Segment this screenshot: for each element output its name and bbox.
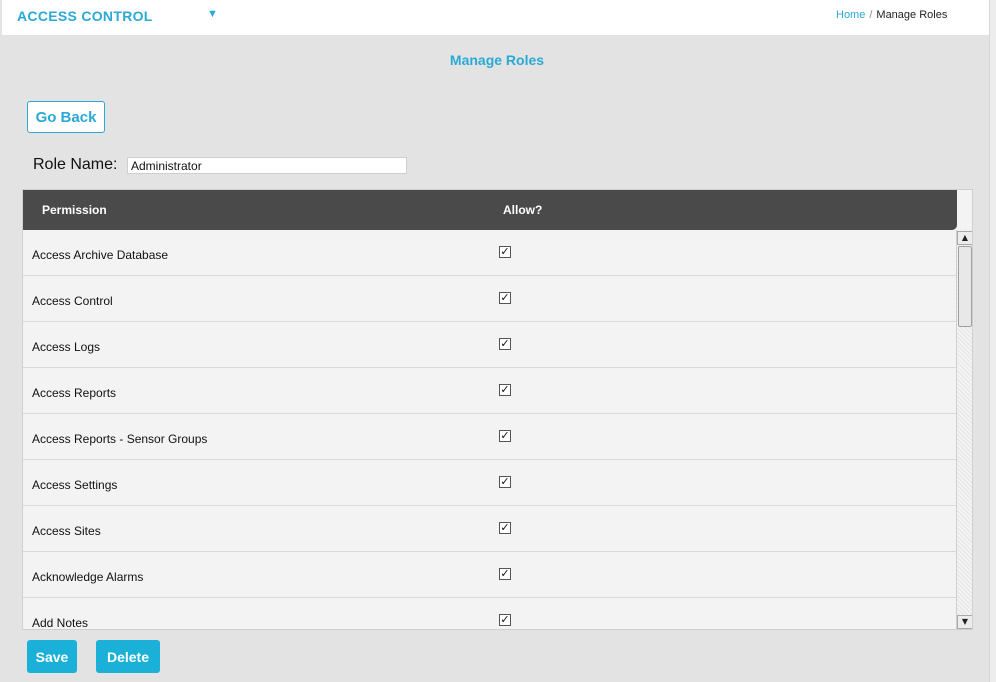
table-row: Access Settings ✓ bbox=[23, 460, 957, 506]
permission-name: Access Logs bbox=[32, 340, 101, 354]
go-back-button[interactable]: Go Back bbox=[27, 101, 105, 133]
role-name-input[interactable] bbox=[127, 157, 407, 174]
allow-checkbox[interactable]: ✓ bbox=[499, 338, 511, 350]
table-row: Access Sites ✓ bbox=[23, 506, 957, 552]
allow-checkbox[interactable]: ✓ bbox=[499, 522, 511, 534]
chevron-down-icon[interactable]: ▼ bbox=[207, 8, 218, 20]
role-name-label: Role Name: bbox=[33, 156, 118, 173]
page-title: Manage Roles bbox=[449, 52, 545, 68]
breadcrumb-separator: / bbox=[869, 9, 873, 21]
table-row: Add Notes ✓ bbox=[23, 598, 957, 630]
allow-checkbox[interactable]: ✓ bbox=[499, 568, 511, 580]
app-title[interactable]: ACCESS CONTROL bbox=[17, 8, 153, 24]
scrollbar-thumb[interactable] bbox=[958, 246, 972, 327]
table-row: Access Reports ✓ bbox=[23, 368, 957, 414]
allow-checkbox[interactable]: ✓ bbox=[499, 476, 511, 488]
permission-name: Access Reports bbox=[32, 386, 117, 400]
permission-name: Access Control bbox=[32, 294, 113, 308]
arrow-up-icon[interactable]: ▲ bbox=[957, 231, 972, 245]
table-row: Access Control ✓ bbox=[23, 276, 957, 322]
delete-button[interactable]: Delete bbox=[96, 640, 160, 673]
table-row: Acknowledge Alarms ✓ bbox=[23, 552, 957, 598]
allow-checkbox[interactable]: ✓ bbox=[499, 246, 511, 258]
permission-name: Access Reports - Sensor Groups bbox=[32, 432, 208, 446]
permission-name: Access Settings bbox=[32, 478, 118, 492]
arrow-down-icon[interactable]: ▼ bbox=[957, 615, 972, 629]
table-header: Permission Allow? bbox=[23, 190, 957, 230]
window-edge bbox=[989, 0, 996, 682]
allow-checkbox[interactable]: ✓ bbox=[499, 614, 511, 626]
table-row: Access Logs ✓ bbox=[23, 322, 957, 368]
top-bar: ACCESS CONTROL ▼ Home / Manage Roles bbox=[2, 0, 989, 35]
permission-name: Access Archive Database bbox=[32, 248, 169, 262]
permissions-table: Permission Allow? Access Archive Databas… bbox=[22, 189, 973, 630]
breadcrumb-home-link[interactable]: Home bbox=[836, 9, 865, 21]
permission-name: Acknowledge Alarms bbox=[32, 570, 144, 584]
allow-checkbox[interactable]: ✓ bbox=[499, 292, 511, 304]
allow-checkbox[interactable]: ✓ bbox=[499, 430, 511, 442]
allow-checkbox[interactable]: ✓ bbox=[499, 384, 511, 396]
permission-name: Access Sites bbox=[32, 524, 101, 538]
permission-name: Add Notes bbox=[32, 616, 89, 630]
breadcrumb-current: Manage Roles bbox=[876, 9, 948, 21]
breadcrumb: Home / Manage Roles bbox=[836, 9, 947, 21]
save-button[interactable]: Save bbox=[27, 640, 77, 673]
column-header-allow: Allow? bbox=[503, 203, 543, 217]
table-row: Access Reports - Sensor Groups ✓ bbox=[23, 414, 957, 460]
table-scrollbar[interactable]: ▲ ▼ bbox=[956, 230, 972, 629]
table-body: Access Archive Database ✓ Access Control… bbox=[23, 230, 957, 630]
table-row: Access Archive Database ✓ bbox=[23, 230, 957, 276]
column-header-permission: Permission bbox=[42, 203, 107, 217]
